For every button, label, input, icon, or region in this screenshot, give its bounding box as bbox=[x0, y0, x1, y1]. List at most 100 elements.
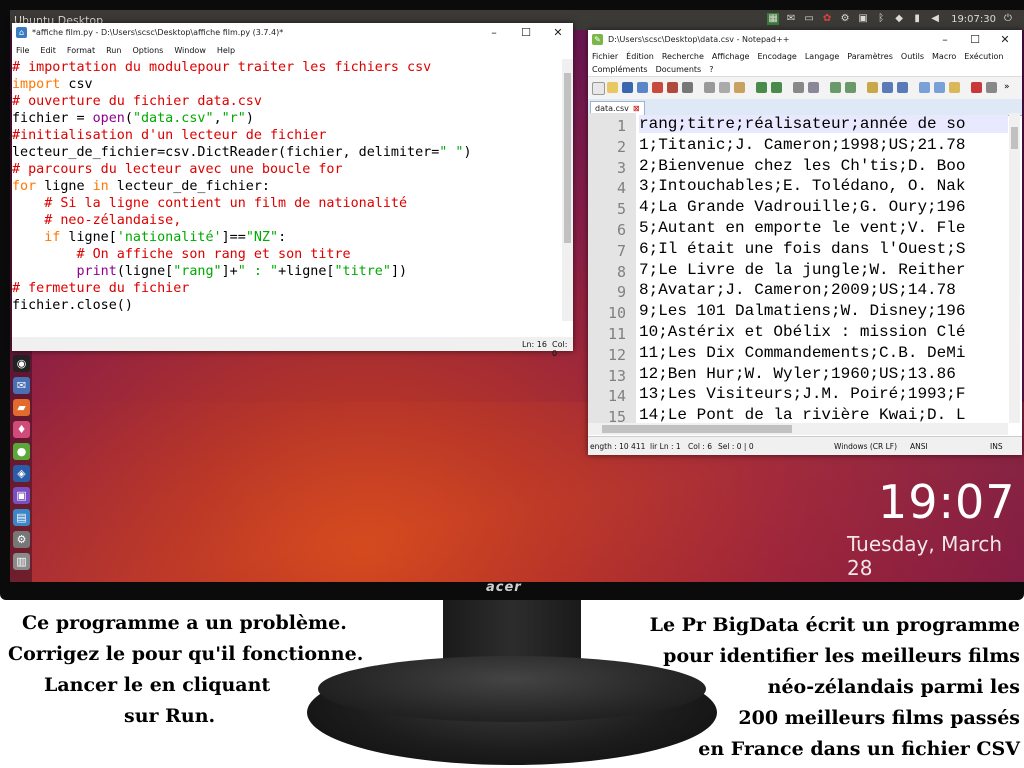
maximize-button[interactable]: ☐ bbox=[962, 32, 988, 48]
app-gear-icon[interactable]: ⚙ bbox=[13, 531, 30, 548]
code-line[interactable]: # ouverture du fichier data.csv bbox=[12, 93, 562, 110]
code-line[interactable]: fichier.close() bbox=[12, 297, 562, 314]
undo-icon[interactable] bbox=[756, 82, 767, 93]
idle-titlebar[interactable]: ⌂ *affiche film.py - D:\Users\scsc\Deskt… bbox=[12, 23, 573, 43]
volume-icon[interactable]: ◀ bbox=[929, 13, 941, 25]
menu-edit[interactable]: Edit bbox=[40, 46, 56, 55]
replace-icon[interactable] bbox=[808, 82, 819, 93]
csv-line[interactable]: rang;titre;réalisateur;année de so bbox=[639, 115, 1008, 133]
zoom-in-icon[interactable] bbox=[830, 82, 841, 93]
play-macro-icon[interactable] bbox=[986, 82, 997, 93]
wrap-icon[interactable] bbox=[882, 82, 893, 93]
save-all-icon[interactable] bbox=[637, 82, 648, 93]
power-icon[interactable]: ⏻ bbox=[1002, 13, 1014, 25]
csv-line[interactable]: 10;Astérix et Obélix : mission Clé bbox=[639, 323, 965, 341]
redo-icon[interactable] bbox=[771, 82, 782, 93]
menu-fichier[interactable]: Fichier bbox=[592, 52, 618, 61]
app-blue-icon[interactable]: ▤ bbox=[13, 509, 30, 526]
csv-line[interactable]: 6;Il était une fois dans l'Ouest;S bbox=[639, 240, 965, 258]
display-icon[interactable]: ▭ bbox=[803, 13, 815, 25]
tab-close-icon[interactable]: ⊠ bbox=[633, 104, 640, 113]
menu-encodage[interactable]: Encodage bbox=[757, 52, 796, 61]
npp-titlebar[interactable]: ✎ D:\Users\scsc\Desktop\data.csv - Notep… bbox=[588, 30, 1022, 50]
trash-icon[interactable]: ▥ bbox=[13, 553, 30, 570]
close-file-icon[interactable] bbox=[652, 82, 663, 93]
menu-execution[interactable]: Exécution bbox=[964, 52, 1003, 61]
csv-line[interactable]: 11;Les Dix Commandements;C.B. DeMi bbox=[639, 344, 965, 362]
minimize-button[interactable]: – bbox=[481, 25, 507, 41]
csv-line[interactable]: 8;Avatar;J. Cameron;2009;US;14.78 bbox=[639, 281, 956, 299]
csv-line[interactable]: 9;Les 101 Dalmatiens;W. Disney;196 bbox=[639, 302, 965, 320]
find-icon[interactable] bbox=[793, 82, 804, 93]
csv-line[interactable]: 1;Titanic;J. Cameron;1998;US;21.78 bbox=[639, 136, 965, 154]
record-macro-icon[interactable] bbox=[971, 82, 982, 93]
code-line[interactable]: import csv bbox=[12, 76, 562, 93]
print-icon[interactable] bbox=[682, 82, 693, 93]
csv-line[interactable]: 5;Autant en emporte le vent;V. Fle bbox=[639, 219, 965, 237]
virtualbox-icon[interactable]: ◈ bbox=[13, 465, 30, 482]
wifi-icon[interactable]: ◆ bbox=[893, 13, 905, 25]
idle-vertical-scrollbar[interactable] bbox=[562, 59, 573, 321]
menu-run[interactable]: Run bbox=[106, 46, 121, 55]
bluetooth-icon[interactable]: ᛒ bbox=[875, 13, 887, 25]
code-line[interactable]: lecteur_de_fichier=csv.DictReader(fichie… bbox=[12, 144, 562, 161]
code-line[interactable]: # neo-zélandaise, bbox=[12, 212, 562, 229]
thunderbird-icon[interactable]: ✉ bbox=[13, 377, 30, 394]
menu-recherche[interactable]: Recherche bbox=[662, 52, 704, 61]
code-editor[interactable]: # importation du modulepour traiter les … bbox=[12, 59, 562, 321]
close-button[interactable]: ✕ bbox=[992, 32, 1018, 48]
messaging-icon[interactable]: ▣ bbox=[857, 13, 869, 25]
menu-help[interactable]: Help bbox=[217, 46, 235, 55]
code-line[interactable]: fichier = open("data.csv","r") bbox=[12, 110, 562, 127]
close-button[interactable]: ✕ bbox=[545, 25, 571, 41]
paste-icon[interactable] bbox=[734, 82, 745, 93]
toolbar-overflow-icon[interactable]: » bbox=[1004, 82, 1015, 93]
mail-icon[interactable]: ✉ bbox=[785, 13, 797, 25]
menu-help[interactable]: ? bbox=[709, 65, 713, 74]
maximize-button[interactable]: ☐ bbox=[513, 25, 539, 41]
function-list-icon[interactable] bbox=[934, 82, 945, 93]
network-icon[interactable]: ▦ bbox=[767, 13, 780, 25]
csv-line[interactable]: 14;Le Pont de la rivière Kwai;D. L bbox=[639, 406, 965, 423]
app-purple-icon[interactable]: ▣ bbox=[13, 487, 30, 504]
code-line[interactable]: for ligne in lecteur_de_fichier: bbox=[12, 178, 562, 195]
menu-langage[interactable]: Langage bbox=[805, 52, 839, 61]
code-line[interactable]: #initialisation d'un lecteur de fichier bbox=[12, 127, 562, 144]
menu-options[interactable]: Options bbox=[132, 46, 163, 55]
npp-horizontal-scrollbar[interactable] bbox=[588, 423, 1008, 435]
npp-vertical-scrollbar[interactable] bbox=[1009, 113, 1020, 423]
csv-line[interactable]: 12;Ben Hur;W. Wyler;1960;US;13.86 bbox=[639, 365, 956, 383]
csv-line[interactable]: 7;Le Livre de la jungle;W. Reither bbox=[639, 261, 965, 279]
app-pink-icon[interactable]: ♦ bbox=[13, 421, 30, 438]
save-icon[interactable] bbox=[622, 82, 633, 93]
code-line[interactable]: # importation du modulepour traiter les … bbox=[12, 59, 562, 76]
scrollbar-thumb[interactable] bbox=[1011, 127, 1018, 149]
settings-icon[interactable]: ⚙ bbox=[839, 13, 851, 25]
firefox-icon[interactable]: ◉ bbox=[13, 355, 30, 372]
new-file-icon[interactable] bbox=[592, 82, 605, 95]
menu-outils[interactable]: Outils bbox=[901, 52, 924, 61]
scrollbar-thumb[interactable] bbox=[602, 425, 792, 433]
csv-line[interactable]: 3;Intouchables;E. Tolédano, O. Nak bbox=[639, 177, 965, 195]
menu-documents[interactable]: Documents bbox=[656, 65, 702, 74]
code-line[interactable]: # parcours du lecteur avec une boucle fo… bbox=[12, 161, 562, 178]
csv-editor[interactable]: rang;titre;réalisateur;année de so 1;Tita… bbox=[639, 113, 1008, 423]
open-file-icon[interactable] bbox=[607, 82, 618, 93]
menu-window[interactable]: Window bbox=[174, 46, 206, 55]
app-orange-icon[interactable]: ▰ bbox=[13, 399, 30, 416]
scrollbar-thumb[interactable] bbox=[564, 73, 571, 243]
show-all-chars-icon[interactable] bbox=[897, 82, 908, 93]
cut-icon[interactable] bbox=[704, 82, 715, 93]
csv-line[interactable]: 13;Les Visiteurs;J.M. Poiré;1993;F bbox=[639, 385, 965, 403]
csv-line[interactable]: 2;Bienvenue chez les Ch'tis;D. Boo bbox=[639, 157, 965, 175]
menu-macro[interactable]: Macro bbox=[932, 52, 956, 61]
battery-icon[interactable]: ▮ bbox=[911, 13, 923, 25]
copy-icon[interactable] bbox=[719, 82, 730, 93]
code-line[interactable]: print(ligne["rang"]+" : "+ligne["titre"]… bbox=[12, 263, 562, 280]
menu-edition[interactable]: Édition bbox=[626, 52, 654, 61]
menu-format[interactable]: Format bbox=[67, 46, 95, 55]
menu-file[interactable]: File bbox=[16, 46, 29, 55]
folder-workspace-icon[interactable] bbox=[949, 82, 960, 93]
tray-clock[interactable]: 19:07:30 bbox=[951, 14, 996, 25]
csv-line[interactable]: 4;La Grande Vadrouille;G. Oury;196 bbox=[639, 198, 965, 216]
